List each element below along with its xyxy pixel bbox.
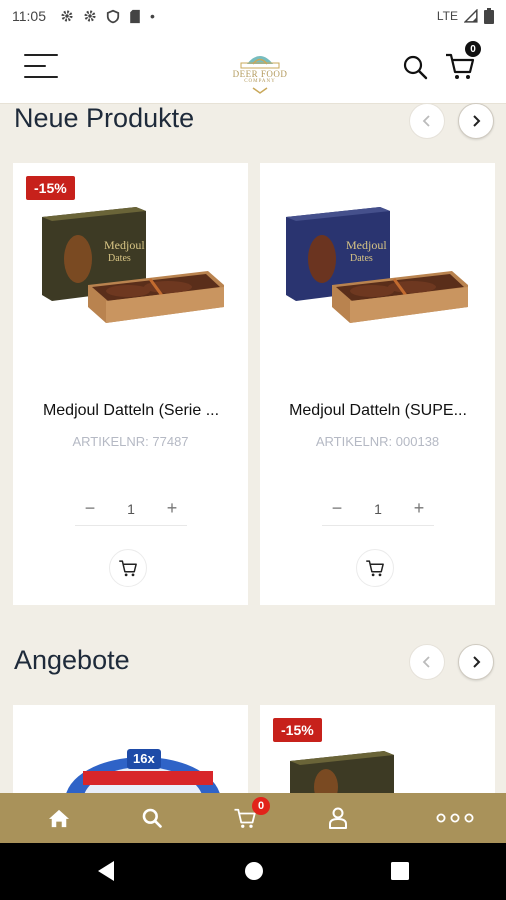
product-name[interactable]: Medjoul Datteln (Serie ... [25, 402, 237, 420]
product-sku: ARTIKELNR: 77487 [72, 434, 189, 449]
logo-subtext: COMPANY [244, 79, 276, 84]
add-to-cart-button[interactable] [356, 549, 394, 587]
increase-quantity-button[interactable]: + [404, 498, 434, 519]
new-products-next-button[interactable] [458, 103, 494, 139]
menu-line [24, 76, 58, 78]
header-cart-badge: 0 [465, 41, 481, 57]
nav-account-button[interactable] [325, 805, 351, 831]
user-icon [329, 807, 347, 829]
logo-text: DEER FOOD [232, 69, 288, 79]
menu-line [24, 54, 58, 56]
svg-text:Medjoul: Medjoul [104, 238, 145, 252]
hamburger-menu-button[interactable] [24, 52, 58, 80]
signal-icon [464, 9, 478, 23]
nav-cart-badge: 0 [252, 797, 270, 815]
cart-icon [366, 560, 384, 577]
home-icon [49, 809, 69, 828]
product-card[interactable]: 16x [13, 705, 248, 793]
product-sku: ARTIKELNR: 000138 [315, 434, 440, 449]
system-navigation-bar [0, 843, 506, 900]
product-image[interactable] [286, 747, 406, 793]
offers-next-button[interactable] [458, 644, 494, 680]
discount-badge: -15% [26, 176, 75, 200]
chevron-right-icon [473, 656, 481, 668]
decrease-quantity-button[interactable]: − [75, 498, 105, 519]
product-name[interactable]: Medjoul Datteln (SUPE... [272, 402, 484, 420]
cart-icon [119, 560, 137, 577]
chevron-left-icon [422, 115, 430, 127]
settings-gear-icon [61, 10, 73, 22]
product-card[interactable]: -15% [260, 705, 495, 793]
package-label: 16x [133, 751, 155, 766]
increase-quantity-button[interactable]: + [157, 498, 187, 519]
offers-prev-button[interactable] [409, 644, 445, 680]
shield-icon [106, 9, 120, 23]
product-image[interactable]: Medjoul Dates [282, 201, 472, 361]
svg-text:Medjoul: Medjoul [346, 238, 387, 252]
discount-badge: -15% [273, 718, 322, 742]
recents-icon[interactable] [391, 862, 409, 880]
home-circle-icon[interactable] [244, 861, 264, 881]
quantity-stepper: − 1 + [75, 492, 187, 526]
quantity-value[interactable]: 1 [127, 501, 135, 517]
back-icon[interactable] [96, 860, 116, 882]
bottom-navigation: 0 [0, 793, 506, 843]
quantity-value[interactable]: 1 [374, 501, 382, 517]
network-label: LTE [436, 9, 458, 23]
chevron-left-icon [422, 656, 430, 668]
settings-gear-icon [84, 10, 96, 22]
chevron-right-icon [473, 115, 481, 127]
product-image[interactable]: Medjoul Dates [38, 201, 228, 361]
section-title-new-products: Neue Produkte [14, 103, 195, 133]
sd-card-icon [130, 9, 140, 23]
search-icon [142, 808, 162, 828]
brand-logo[interactable]: DEER FOOD COMPANY [225, 44, 295, 94]
battery-icon [484, 8, 494, 24]
svg-text:Dates: Dates [350, 253, 373, 264]
new-products-prev-button[interactable] [409, 103, 445, 139]
search-button[interactable] [402, 54, 428, 80]
quantity-stepper: − 1 + [322, 492, 434, 526]
decrease-quantity-button[interactable]: − [322, 498, 352, 519]
add-to-cart-button[interactable] [109, 549, 147, 587]
nav-more-button[interactable] [436, 805, 474, 831]
section-title-offers: Angebote [14, 645, 130, 675]
menu-line [24, 65, 46, 67]
nav-search-button[interactable] [139, 805, 165, 831]
status-time: 11:05 [12, 8, 46, 24]
search-icon [403, 55, 428, 80]
more-icon [436, 813, 474, 823]
app-header: DEER FOOD COMPANY 0 [0, 32, 506, 104]
svg-text:Dates: Dates [108, 253, 131, 264]
product-card[interactable]: Medjoul Dates Medjoul Datteln (SUPE... A… [260, 163, 495, 605]
product-card[interactable]: -15% Medjoul Dates Medjoul Datteln (Seri… [13, 163, 248, 605]
status-bar: 11:05 • LTE [0, 0, 506, 32]
nav-home-button[interactable] [46, 805, 72, 831]
dot-icon: • [150, 8, 155, 24]
